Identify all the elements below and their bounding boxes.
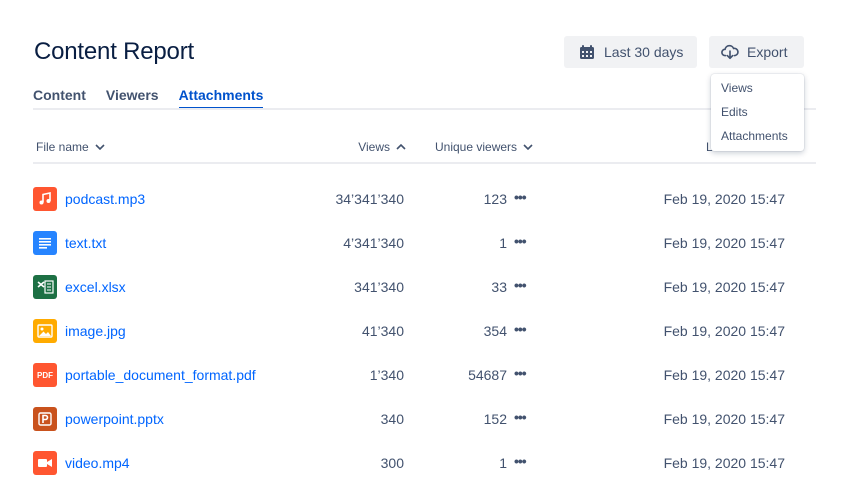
export-menu-item-views[interactable]: Views [711,79,804,103]
chevron-down-icon [95,142,105,152]
file-name-link[interactable]: powerpoint.pptx [65,411,164,427]
file-name-link[interactable]: excel.xlsx [65,279,126,295]
image-file-icon [33,319,57,343]
tab-viewers[interactable]: Viewers [106,87,159,109]
last-viewed-date: Feb 19, 2020 15:47 [663,455,785,471]
more-options-button[interactable]: ••• [514,189,527,205]
excel-file-icon [33,275,57,299]
video-file-icon [33,451,57,475]
export-menu: Views Edits Attachments [711,74,804,151]
calendar-icon [578,43,596,61]
more-options-button[interactable]: ••• [514,277,527,293]
export-label: Export [747,44,788,60]
file-name-link[interactable]: image.jpg [65,323,126,339]
pdf-file-icon: PDF [33,363,57,387]
column-header-views[interactable]: Views [358,140,406,154]
views-count: 41’340 [361,323,404,339]
powerpoint-file-icon [33,407,57,431]
export-menu-item-edits[interactable]: Edits [711,103,804,127]
column-header-file-name[interactable]: File name [36,140,105,154]
table-row: text.txt 4’341’340 1 ••• Feb 19, 2020 15:47 [0,231,849,275]
last-viewed-date: Feb 19, 2020 15:47 [663,411,785,427]
unique-viewers-count: 54687 [468,367,507,383]
page-title: Content Report [34,38,194,65]
file-name-link[interactable]: podcast.mp3 [65,191,145,207]
table-header-divider [33,162,816,164]
cloud-download-icon [721,43,739,61]
last-viewed-date: Feb 19, 2020 15:47 [663,367,785,383]
table-row: excel.xlsx 341’340 33 ••• Feb 19, 2020 15:47 [0,275,849,319]
last-viewed-date: Feb 19, 2020 15:47 [663,235,785,251]
unique-viewers-count: 1 [499,235,507,251]
more-options-button[interactable]: ••• [514,233,527,249]
unique-viewers-count: 123 [483,191,507,207]
tab-attachments[interactable]: Attachments [178,87,264,109]
views-count: 341’340 [354,279,404,295]
text-file-icon [33,231,57,255]
unique-viewers-count: 354 [483,323,507,339]
table-row: podcast.mp3 34’341’340 123 ••• Feb 19, 2020 … [0,187,849,231]
views-count: 300 [380,455,404,471]
more-options-button[interactable]: ••• [514,365,527,381]
tab-content[interactable]: Content [33,87,86,109]
file-name-link[interactable]: video.mp4 [65,455,130,471]
more-options-button[interactable]: ••• [514,409,527,425]
export-menu-item-attachments[interactable]: Attachments [711,127,804,151]
table-row: video.mp4 300 1 ••• Feb 19, 2020 15:47 [0,451,849,495]
views-count: 4’341’340 [343,235,404,251]
report-tabs: Content Viewers Attachments [33,87,283,109]
chevron-up-icon [396,142,406,152]
chevron-down-icon [523,142,533,152]
table-row: PDF portable_document_format.pdf 1’340 5468… [0,363,849,407]
audio-file-icon [33,187,57,211]
unique-viewers-count: 33 [491,279,507,295]
more-options-button[interactable]: ••• [514,453,527,469]
pdf-badge-text: PDF [37,370,53,380]
unique-viewers-count: 1 [499,455,507,471]
unique-viewers-count: 152 [483,411,507,427]
table-row: image.jpg 41’340 354 ••• Feb 19, 2020 15:47 [0,319,849,363]
tabs-divider [33,108,816,110]
last-viewed-date: Feb 19, 2020 15:47 [663,191,785,207]
table-row: powerpoint.pptx 340 152 ••• Feb 19, 2020 15:… [0,407,849,451]
file-name-link[interactable]: portable_document_format.pdf [65,367,256,383]
more-options-button[interactable]: ••• [514,321,527,337]
views-count: 1’340 [369,367,404,383]
date-range-label: Last 30 days [604,44,684,60]
views-count: 34’341’340 [335,191,404,207]
date-range-button[interactable]: Last 30 days [564,36,697,68]
last-viewed-date: Feb 19, 2020 15:47 [663,323,785,339]
export-button[interactable]: Export [709,36,804,68]
last-viewed-date: Feb 19, 2020 15:47 [663,279,785,295]
column-header-unique-viewers[interactable]: Unique viewers [435,140,533,154]
views-count: 340 [380,411,404,427]
file-name-link[interactable]: text.txt [65,235,106,251]
